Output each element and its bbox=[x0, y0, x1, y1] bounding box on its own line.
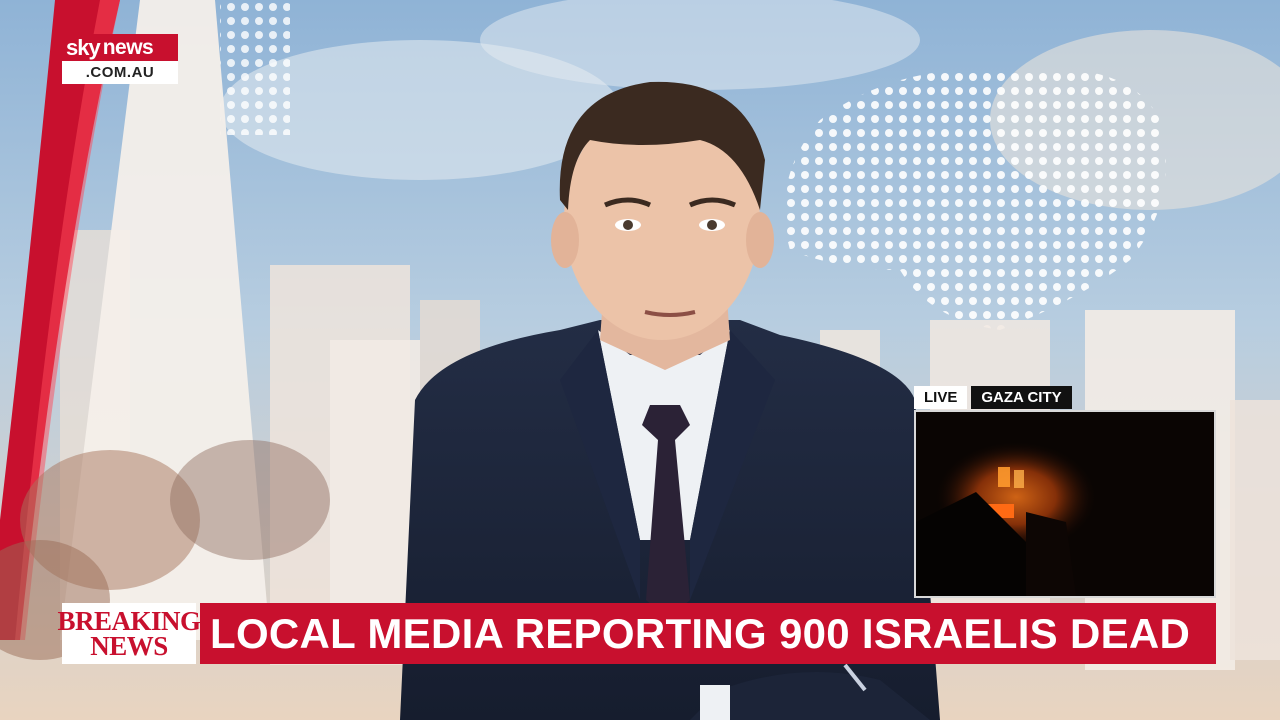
sky-news-logo: sky news .COM.AU bbox=[62, 34, 178, 84]
live-feed-tags: LIVE GAZA CITY bbox=[914, 386, 1216, 409]
logo-brand-bar: sky news bbox=[62, 34, 178, 61]
fire-scene bbox=[916, 412, 1214, 596]
live-feed-video bbox=[914, 410, 1216, 598]
live-badge: LIVE bbox=[914, 386, 968, 409]
location-badge: GAZA CITY bbox=[971, 386, 1072, 409]
ticker-headline: LOCAL MEDIA REPORTING 900 ISRAELIS DEAD bbox=[200, 603, 1216, 664]
breaking-label-line2: NEWS bbox=[90, 630, 168, 661]
live-feed-inset: LIVE GAZA CITY bbox=[914, 386, 1216, 598]
breaking-news-ticker: BREAKING NEWS LOCAL MEDIA REPORTING 900 … bbox=[57, 603, 1216, 664]
logo-news-text: news bbox=[102, 35, 154, 59]
breaking-label-line1: BREAKING bbox=[57, 605, 201, 636]
logo-sky-text: sky bbox=[66, 34, 101, 60]
logo-domain: .COM.AU bbox=[62, 61, 178, 84]
breaking-news-label: BREAKING NEWS bbox=[57, 603, 201, 664]
